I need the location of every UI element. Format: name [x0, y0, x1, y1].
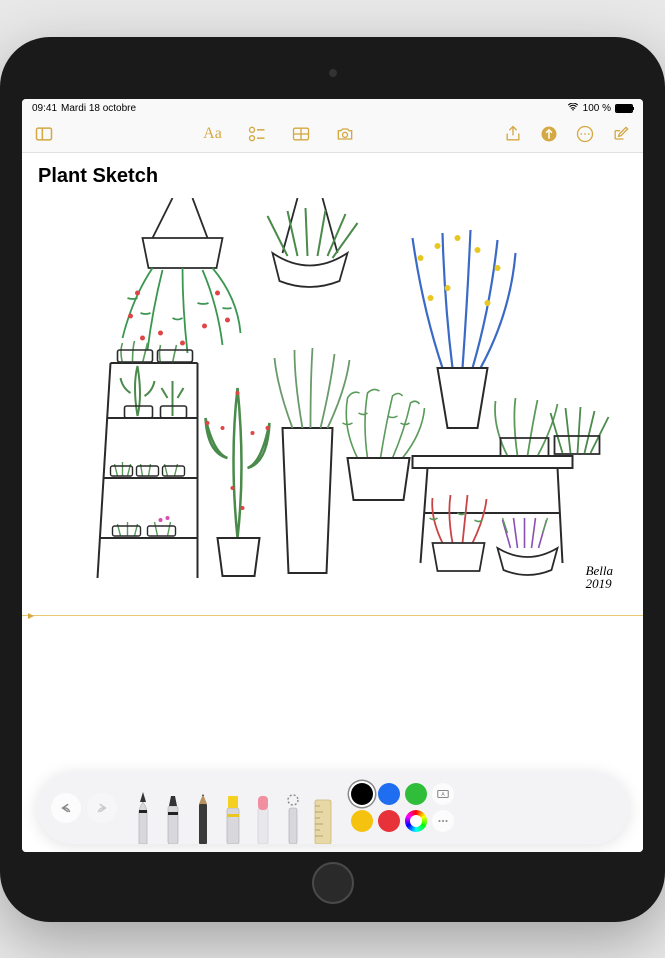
- more-tools-button[interactable]: [432, 810, 454, 832]
- status-bar: 09:41 Mardi 18 octobre 100 %: [22, 99, 643, 117]
- camera-icon[interactable]: [335, 124, 355, 144]
- home-button[interactable]: [312, 862, 354, 904]
- color-blue[interactable]: [378, 783, 400, 805]
- eraser-tool[interactable]: [249, 788, 277, 844]
- lasso-tool[interactable]: [279, 788, 307, 844]
- ipad-device-frame: 09:41 Mardi 18 octobre 100 % Aa: [0, 37, 665, 922]
- sketch-drawing[interactable]: Bella 2019: [38, 198, 627, 598]
- svg-text:A: A: [441, 792, 445, 798]
- redo-button[interactable]: [87, 793, 117, 823]
- status-date: Mardi 18 octobre: [61, 103, 136, 114]
- color-black[interactable]: [351, 783, 373, 805]
- checklist-icon[interactable]: [247, 124, 267, 144]
- highlighter-tool[interactable]: [219, 788, 247, 844]
- battery-percent: 100 %: [583, 103, 611, 114]
- color-green[interactable]: [405, 783, 427, 805]
- pencil-tool[interactable]: [189, 788, 217, 844]
- top-toolbar: Aa: [22, 117, 643, 153]
- note-title[interactable]: Plant Sketch: [38, 165, 627, 188]
- drawing-toolbar: A: [37, 772, 629, 844]
- battery-icon: [615, 104, 633, 113]
- markup-circle-icon[interactable]: [539, 124, 559, 144]
- more-icon[interactable]: [575, 124, 595, 144]
- color-yellow[interactable]: [351, 810, 373, 832]
- drawing-divider[interactable]: [22, 615, 643, 616]
- screen: 09:41 Mardi 18 octobre 100 % Aa: [22, 99, 643, 852]
- note-content[interactable]: Plant Sketch: [22, 153, 643, 852]
- sketch-signature: Bella 2019: [586, 564, 613, 590]
- front-camera: [329, 69, 337, 77]
- table-icon[interactable]: [291, 124, 311, 144]
- color-palette: A: [351, 783, 454, 832]
- marker-tool[interactable]: [159, 788, 187, 844]
- format-text-icon[interactable]: Aa: [203, 124, 223, 144]
- pen-tool[interactable]: [129, 788, 157, 844]
- color-picker[interactable]: [405, 810, 427, 832]
- compose-icon[interactable]: [611, 124, 631, 144]
- wifi-icon: [567, 103, 579, 114]
- status-time: 09:41: [32, 103, 57, 114]
- undo-button[interactable]: [51, 793, 81, 823]
- ruler-tool[interactable]: [309, 788, 337, 844]
- share-icon[interactable]: [503, 124, 523, 144]
- text-box-tool[interactable]: A: [432, 783, 454, 805]
- color-red[interactable]: [378, 810, 400, 832]
- sidebar-toggle-icon[interactable]: [34, 124, 54, 144]
